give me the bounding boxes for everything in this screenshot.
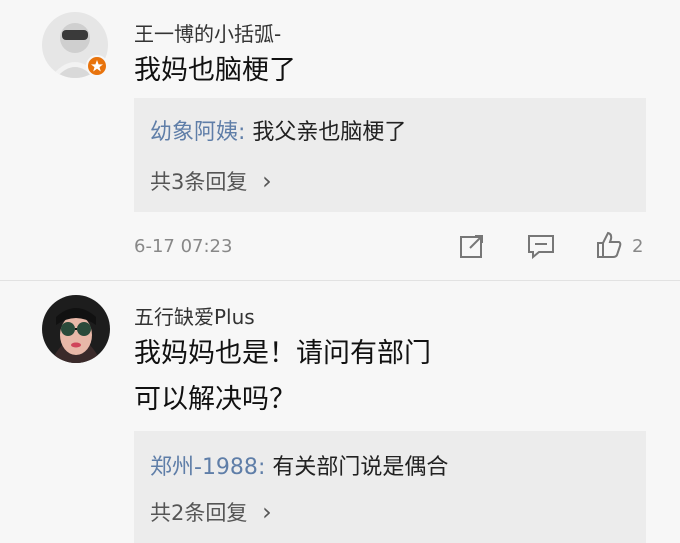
verified-badge-icon [86, 55, 108, 77]
reply-line: 郑州-1988: 有关部门说是偶合 [150, 449, 448, 481]
reply-text: 我父亲也脑梗了 [252, 120, 407, 145]
username[interactable]: 王一博的小括弧- [134, 18, 281, 47]
share-icon[interactable] [458, 232, 486, 260]
reply-username[interactable]: 郑州-1988 [150, 455, 258, 480]
view-replies-link[interactable]: 共3条回复 › [150, 166, 272, 196]
comment-feed: 王一博的小括弧- 我妈也脑梗了 幼象阿姨: 我父亲也脑梗了 共3条回复 › 6-… [0, 0, 680, 543]
username[interactable]: 五行缺爱Plus [134, 301, 255, 330]
reply-count-label: 共3条回复 [150, 170, 248, 194]
reply-username[interactable]: 幼象阿姨 [150, 120, 238, 145]
reply-preview[interactable]: 郑州-1988: 有关部门说是偶合 共2条回复 › [134, 431, 646, 543]
chevron-right-icon: › [262, 498, 272, 526]
reply-colon: : [238, 120, 253, 145]
reply-line: 幼象阿姨: 我父亲也脑梗了 [150, 114, 406, 146]
avatar[interactable] [42, 295, 110, 363]
reply-count-label: 共2条回复 [150, 501, 248, 525]
like-count: 2 [632, 236, 644, 257]
comment-text: 我妈妈也是！请问有部门可以解决吗？ [134, 338, 431, 415]
chevron-right-icon: › [262, 167, 272, 195]
timestamp: 6-17 07:23 [134, 236, 233, 257]
reply-preview[interactable]: 幼象阿姨: 我父亲也脑梗了 共3条回复 › [134, 98, 646, 212]
comment-text: 我妈也脑梗了 [134, 55, 296, 86]
like-icon[interactable] [594, 230, 624, 260]
reply-text: 有关部门说是偶合 [272, 455, 449, 480]
comment-icon[interactable] [526, 232, 556, 260]
reply-colon: : [257, 455, 273, 480]
comment-item: 五行缺爱Plus 我妈妈也是！请问有部门可以解决吗？ 郑州-1988: 有关部门… [0, 281, 680, 543]
comment-item: 王一博的小括弧- 我妈也脑梗了 幼象阿姨: 我父亲也脑梗了 共3条回复 › 6-… [0, 0, 680, 280]
view-replies-link[interactable]: 共2条回复 › [150, 497, 272, 527]
